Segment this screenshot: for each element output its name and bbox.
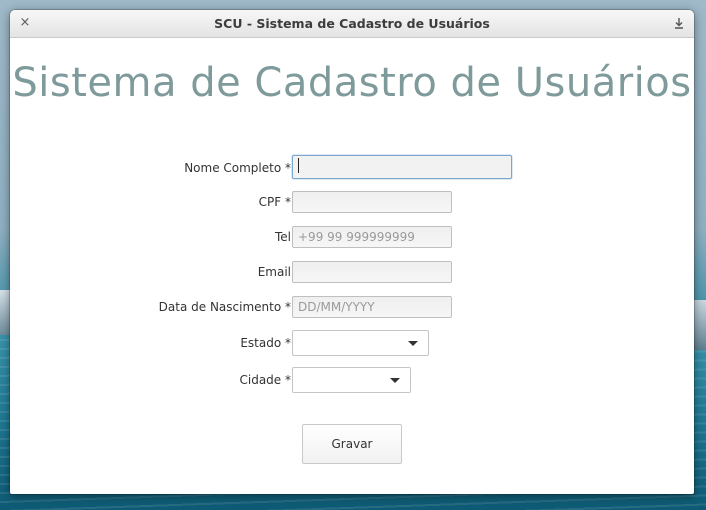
estado-label: Estado *: [240, 336, 291, 350]
chevron-down-icon: [390, 378, 400, 383]
data-nascimento-label: Data de Nascimento *: [158, 300, 291, 314]
app-window: × SCU - Sistema de Cadastro de Usuários …: [10, 10, 694, 494]
text-caret: [298, 158, 299, 173]
data-nascimento-placeholder: DD/MM/YYYY: [298, 300, 375, 314]
email-label: Email: [257, 265, 291, 279]
tel-label: Tel: [274, 230, 291, 244]
window-title: SCU - Sistema de Cadastro de Usuários: [214, 16, 490, 31]
tel-input[interactable]: +99 99 999999999: [292, 226, 452, 248]
data-nascimento-input[interactable]: DD/MM/YYYY: [292, 296, 452, 318]
cpf-label: CPF *: [258, 195, 291, 209]
gravar-button[interactable]: Gravar: [302, 424, 402, 464]
estado-select[interactable]: [292, 330, 429, 356]
nome-completo-label: Nome Completo *: [184, 161, 291, 175]
title-bar: × SCU - Sistema de Cadastro de Usuários: [10, 10, 694, 38]
page-title: Sistema de Cadastro de Usuários: [12, 60, 692, 106]
email-input[interactable]: [292, 261, 452, 283]
cidade-label: Cidade *: [239, 373, 292, 387]
cpf-input[interactable]: [292, 191, 452, 213]
nome-completo-input[interactable]: [292, 155, 512, 179]
chevron-down-icon: [408, 341, 418, 346]
tel-placeholder: +99 99 999999999: [298, 230, 415, 244]
cidade-select[interactable]: [292, 367, 411, 393]
maximize-icon[interactable]: [671, 15, 687, 31]
